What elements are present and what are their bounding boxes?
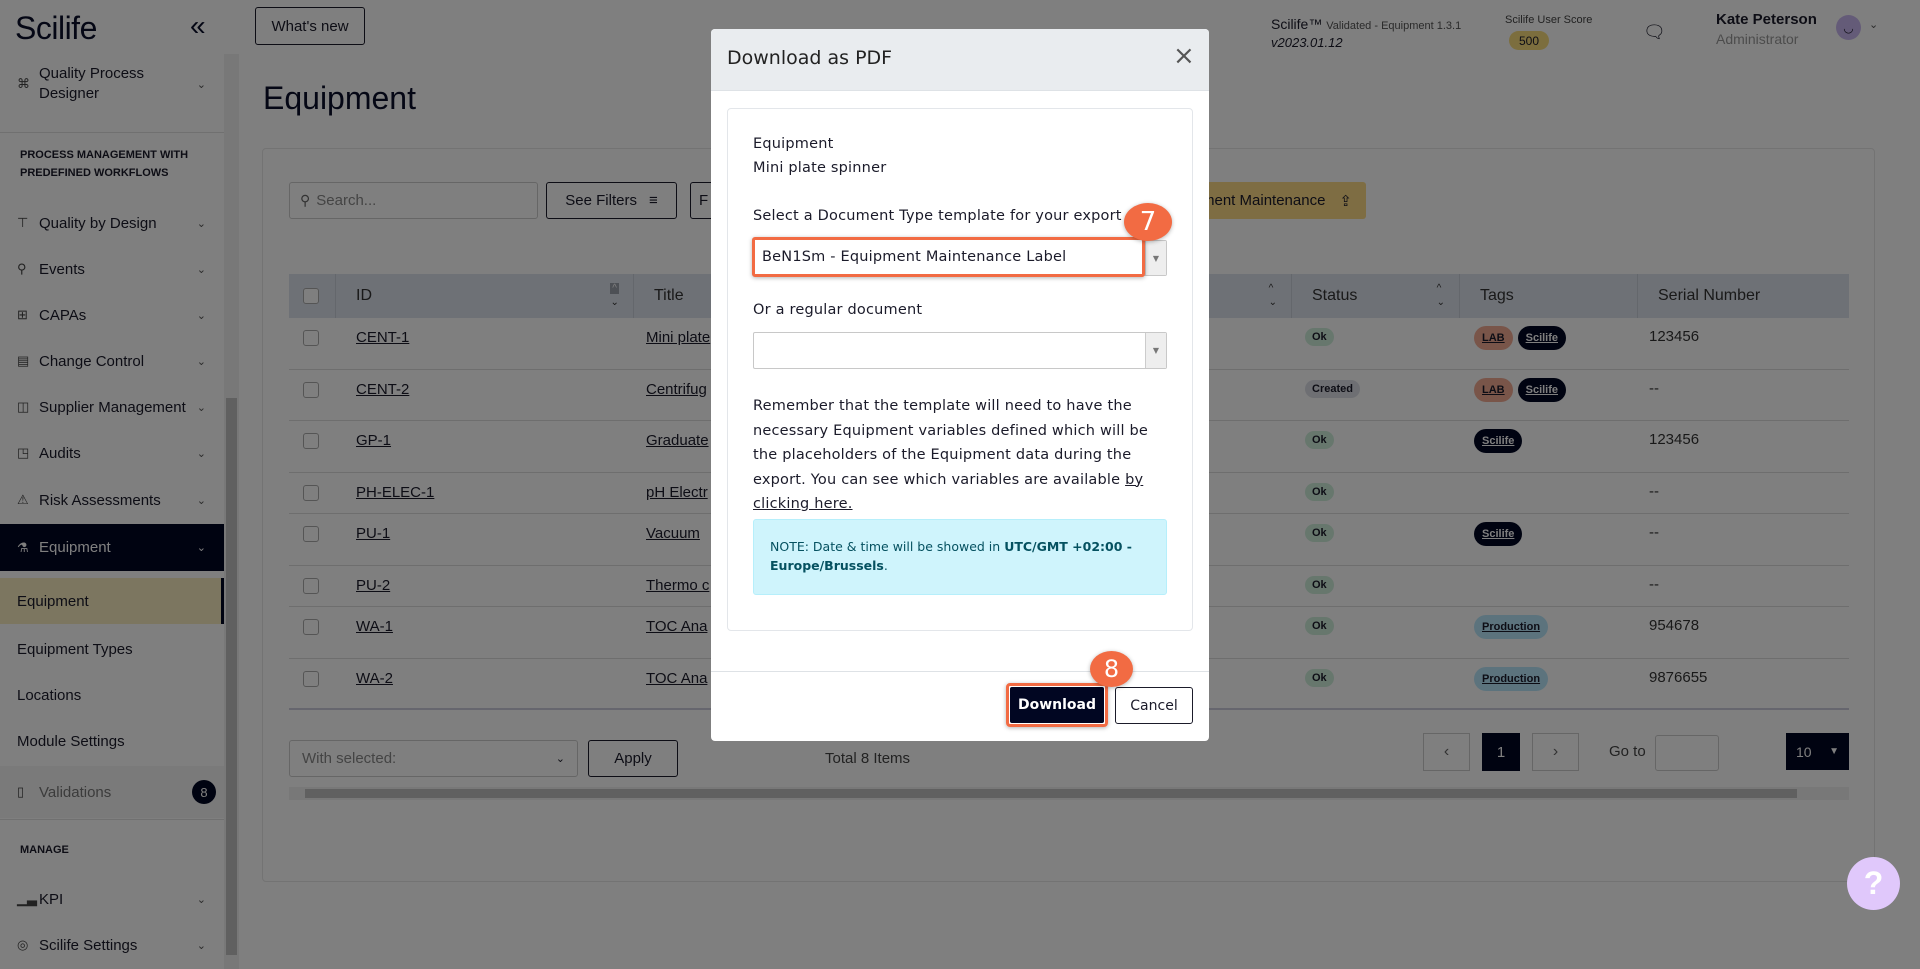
question-icon: ?: [1863, 865, 1884, 901]
download-button[interactable]: Download: [1010, 687, 1104, 723]
info-text: Remember that the template will need to …: [753, 398, 1149, 488]
template-label: Select a Document Type template for your…: [753, 208, 1122, 224]
close-icon[interactable]: ×: [1173, 41, 1195, 71]
cancel-button[interactable]: Cancel: [1115, 687, 1193, 724]
regular-document-label: Or a regular document: [753, 302, 923, 318]
note-text: NOTE: Date & time will be showed in: [770, 539, 1005, 554]
timezone-note: NOTE: Date & time will be showed in UTC/…: [753, 519, 1167, 595]
template-info-text: Remember that the template will need to …: [753, 394, 1163, 517]
caret-down-icon: ▼: [1145, 241, 1166, 275]
modal-footer-divider: [711, 671, 1209, 672]
caret-down-icon: ▼: [1145, 333, 1166, 368]
help-button[interactable]: ?: [1847, 857, 1900, 910]
modal-title: Download as PDF: [727, 47, 893, 69]
download-pdf-modal: Download as PDF × Equipment Mini plate s…: [711, 29, 1209, 741]
entity-name: Mini plate spinner: [753, 160, 887, 176]
template-select-value[interactable]: BeN1Sm - Equipment Maintenance Label: [752, 237, 1145, 277]
step-callout-7: 7: [1124, 203, 1172, 241]
step-callout-8: 8: [1090, 651, 1133, 687]
entity-label: Equipment: [753, 136, 834, 152]
modal-header: Download as PDF ×: [711, 29, 1209, 91]
regular-document-select[interactable]: ▼: [753, 332, 1167, 369]
